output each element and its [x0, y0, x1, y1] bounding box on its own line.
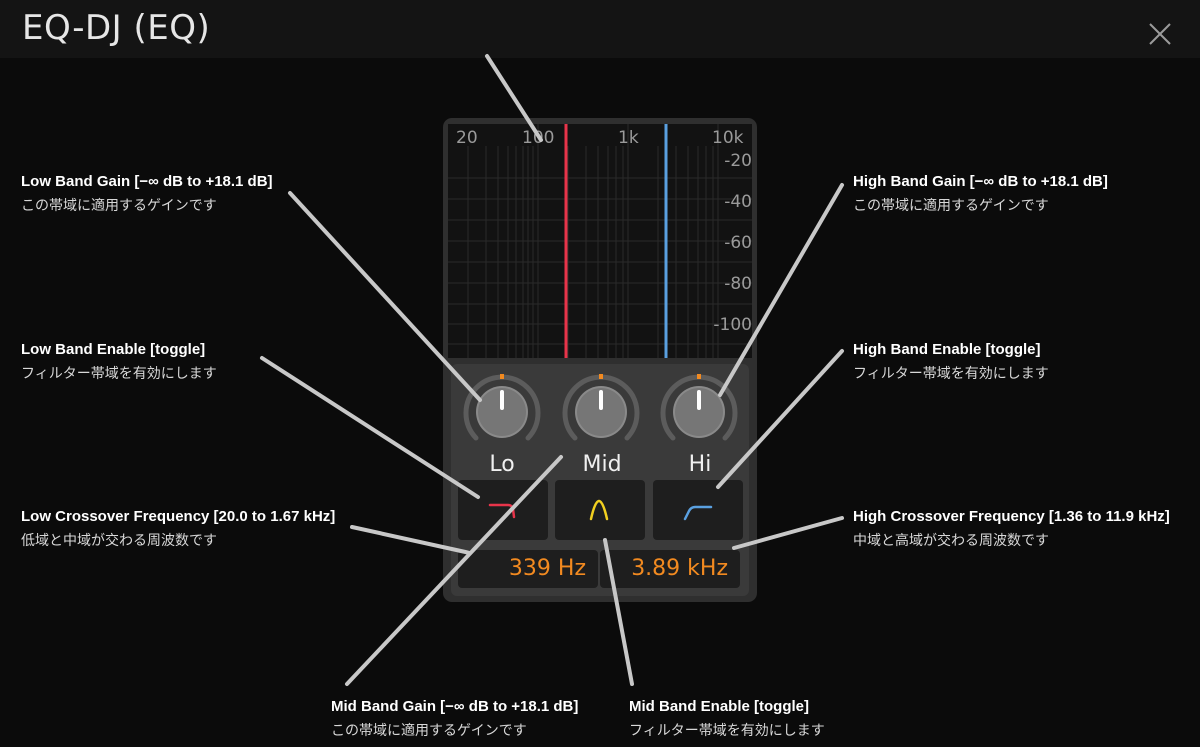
high-band-enable-button[interactable] — [653, 480, 743, 540]
annotation-title: High Crossover Frequency [1.36 to 11.9 k… — [853, 508, 1170, 525]
annotation-desc: フィルター帯域を有効にします — [629, 722, 825, 738]
low-band-enable-button[interactable] — [458, 480, 548, 540]
low-gain-knob[interactable] — [460, 370, 544, 454]
annotation-title: Low Band Enable [toggle] — [21, 341, 206, 358]
low-shelf-icon — [488, 503, 516, 519]
high-band-label: Hi — [688, 452, 712, 477]
annotation-desc: フィルター帯域を有効にします — [21, 365, 217, 381]
db-label: -60 — [724, 233, 752, 253]
annotation-title: Mid Band Enable [toggle] — [629, 698, 809, 715]
db-label: -20 — [724, 151, 752, 171]
high-shelf-icon — [683, 505, 713, 521]
annotation-desc: フィルター帯域を有効にします — [853, 365, 1049, 381]
db-label: -100 — [713, 315, 752, 335]
annotation-title: High Band Enable [toggle] — [853, 341, 1041, 358]
close-icon[interactable] — [1148, 22, 1172, 46]
annotation-desc: 中域と高域が交わる周波数です — [853, 532, 1049, 548]
mid-band-label: Mid — [582, 452, 622, 477]
mid-band-enable-button[interactable] — [555, 480, 645, 540]
high-gain-knob[interactable] — [657, 370, 741, 454]
db-label: -80 — [724, 274, 752, 294]
freq-label-1k: 1k — [618, 128, 639, 148]
annotation-title: Low Crossover Frequency [20.0 to 1.67 kH… — [21, 508, 336, 525]
title-bar: EQ-DJ (EQ) — [0, 0, 1200, 58]
annotation-title: High Band Gain [−∞ dB to +18.1 dB] — [853, 173, 1108, 190]
annotation-desc: この帯域に適用するゲインです — [853, 197, 1049, 213]
high-crossover-frequency-field[interactable]: 3.89 kHz — [600, 550, 740, 588]
annotation-high-gain: High Band Gain [−∞ dB to +18.1 dB] この帯域に… — [853, 173, 1108, 215]
freq-label-100: 100 — [522, 128, 554, 148]
frequency-grid: 20 100 1k 10k -20 -40 -60 -80 -100 — [448, 124, 752, 358]
bell-icon — [589, 499, 609, 521]
annotation-mid-enable: Mid Band Enable [toggle] フィルター帯域を有効にします — [629, 698, 825, 740]
annotation-low-crossover: Low Crossover Frequency [20.0 to 1.67 kH… — [21, 508, 335, 550]
freq-label-10k: 10k — [712, 128, 744, 148]
low-band-label: Lo — [489, 452, 515, 477]
annotation-low-enable: Low Band Enable [toggle] フィルター帯域を有効にします — [21, 341, 217, 383]
annotation-title: Low Band Gain [−∞ dB to +18.1 dB] — [21, 173, 273, 190]
annotation-high-enable: High Band Enable [toggle] フィルター帯域を有効にします — [853, 341, 1049, 383]
freq-label-20: 20 — [456, 128, 478, 148]
annotation-mid-gain: Mid Band Gain [−∞ dB to +18.1 dB] この帯域に適… — [331, 698, 578, 740]
annotation-desc: 低域と中域が交わる周波数です — [21, 532, 217, 548]
low-crossover-frequency-field[interactable]: 339 Hz — [458, 550, 598, 588]
db-label: -40 — [724, 192, 752, 212]
annotation-title: Mid Band Gain [−∞ dB to +18.1 dB] — [331, 698, 579, 715]
annotation-low-gain: Low Band Gain [−∞ dB to +18.1 dB] この帯域に適… — [21, 173, 273, 215]
frequency-graph: 20 100 1k 10k -20 -40 -60 -80 -100 — [448, 124, 752, 358]
annotation-high-crossover: High Crossover Frequency [1.36 to 11.9 k… — [853, 508, 1170, 550]
mid-gain-knob[interactable] — [559, 370, 643, 454]
annotation-desc: この帯域に適用するゲインです — [331, 722, 527, 738]
window-title: EQ-DJ (EQ) — [22, 8, 211, 48]
annotation-desc: この帯域に適用するゲインです — [21, 197, 217, 213]
